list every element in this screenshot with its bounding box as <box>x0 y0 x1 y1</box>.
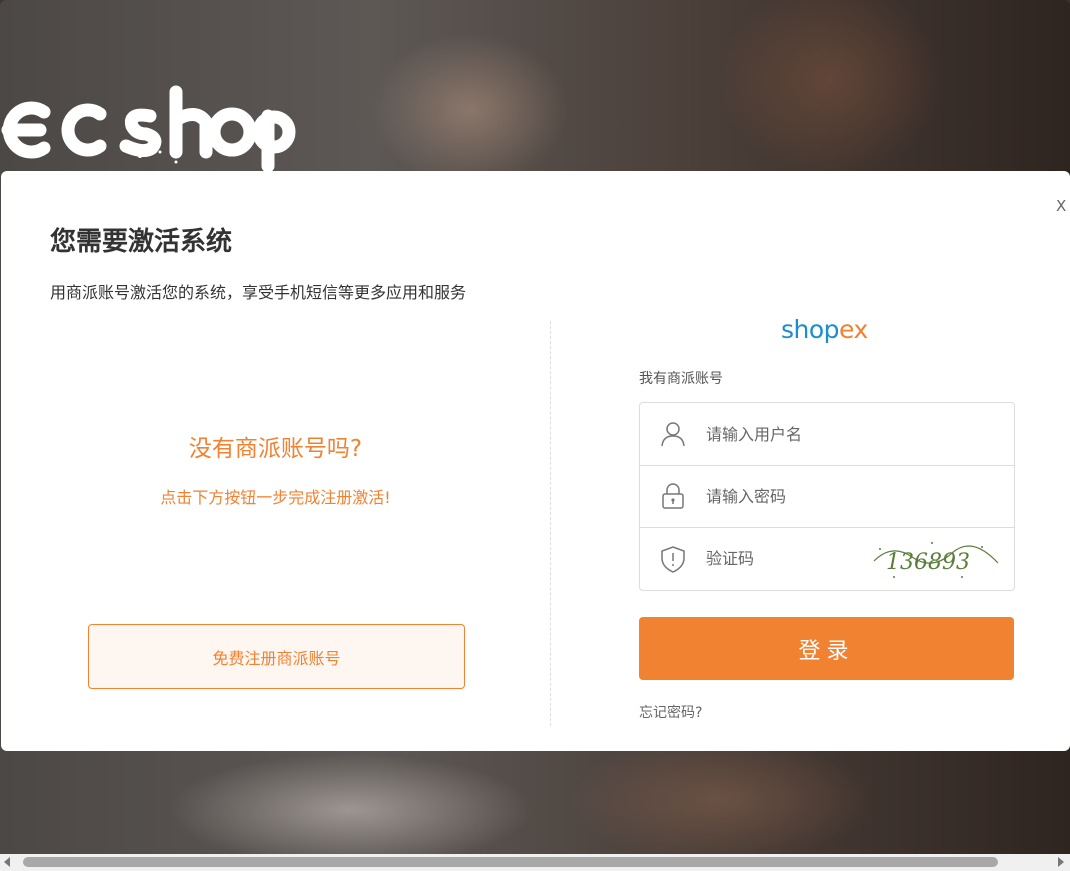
panel-divider <box>550 321 551 726</box>
modal-title: 您需要激活系统 <box>50 227 233 257</box>
shield-icon <box>661 545 685 573</box>
no-account-heading: 没有商派账号吗? <box>188 436 363 462</box>
close-icon[interactable]: X <box>1056 197 1070 215</box>
shopex-logo-shop: shop <box>781 315 840 344</box>
scrollbar-thumb[interactable] <box>23 857 998 867</box>
register-button[interactable]: 免费注册商派账号 <box>88 624 465 689</box>
scroll-left-icon[interactable] <box>4 857 10 867</box>
login-button[interactable]: 登录 <box>639 617 1014 680</box>
lock-icon <box>662 483 684 509</box>
captcha-image[interactable]: 136893 <box>872 535 1000 583</box>
ecshop-logo <box>1 85 296 172</box>
user-icon <box>661 422 685 447</box>
account-label: 我有商派账号 <box>639 371 723 387</box>
forgot-password-link[interactable]: 忘记密码? <box>639 702 702 722</box>
no-account-subheading: 点击下方按钮一步完成注册激活! <box>160 488 391 507</box>
username-input[interactable] <box>704 423 868 445</box>
register-button-label: 免费注册商派账号 <box>212 648 341 668</box>
activation-modal: X 您需要激活系统 用商派账号激活您的系统，享受手机短信等更多应用和服务 没有商… <box>1 171 1070 751</box>
password-input[interactable] <box>704 485 868 507</box>
scroll-right-icon[interactable] <box>1058 857 1064 867</box>
captcha-text: 136893 <box>886 550 970 575</box>
username-row <box>640 403 1014 466</box>
horizontal-scrollbar[interactable] <box>0 854 1070 871</box>
captcha-input[interactable] <box>704 548 868 569</box>
shopex-logo-ex: ex <box>839 315 868 344</box>
login-form: 136893 <box>639 402 1015 591</box>
login-button-label: 登录 <box>798 638 855 664</box>
modal-subtitle: 用商派账号激活您的系统，享受手机短信等更多应用和服务 <box>50 283 467 302</box>
password-row <box>640 465 1014 528</box>
shopex-logo: shopex <box>781 315 868 344</box>
captcha-row: 136893 <box>640 527 1014 590</box>
